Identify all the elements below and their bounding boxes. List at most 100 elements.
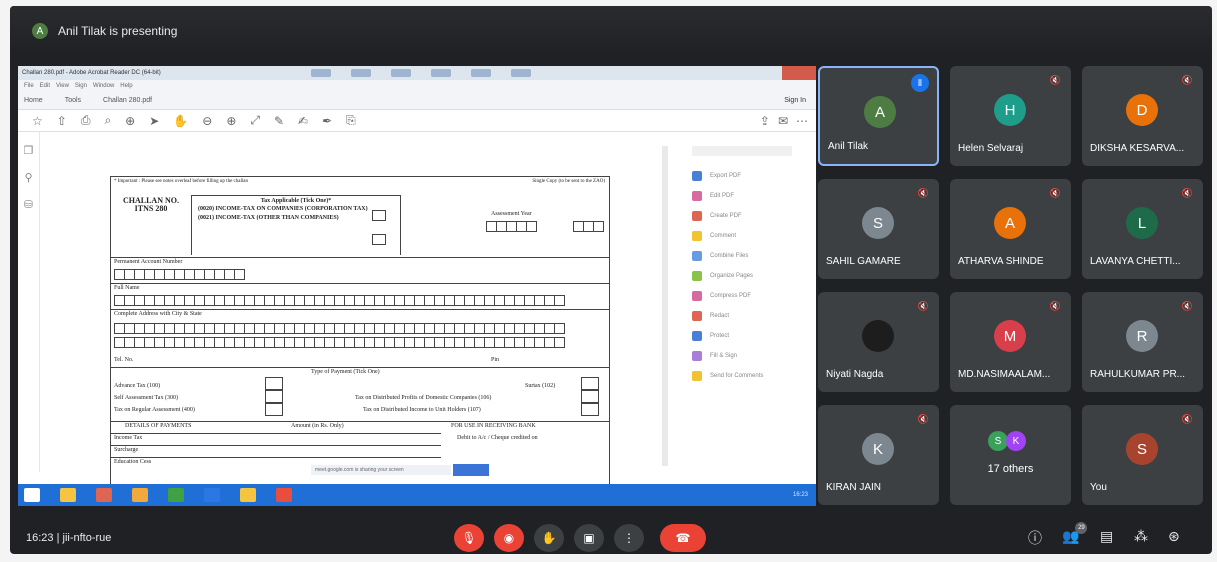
tool-combine-files[interactable]: Combine Files [686,246,806,266]
print-icon[interactable]: ⎙ [81,113,91,128]
pages-icon[interactable]: ❐ [24,144,34,157]
muted-mic-icon: 🔇 [1049,301,1061,311]
tool-export-pdf[interactable]: Export PDF [686,166,806,186]
participant-tile[interactable]: R RAHULKUMAR PR... 🔇 [1082,292,1203,392]
tool-redact[interactable]: Redact [686,306,806,326]
tool-compress-pdf[interactable]: Compress PDF [686,286,806,306]
pan-boxes[interactable] [114,269,245,280]
stamp-icon[interactable]: ⎘ [346,113,356,128]
tools-search-input[interactable] [692,146,792,156]
tool-protect[interactable]: Protect [686,326,806,346]
tool-edit-pdf[interactable]: Edit PDF [686,186,806,206]
email-icon[interactable]: ✉ [778,114,788,128]
host-controls-button[interactable]: ⊛ [1168,528,1180,545]
raise-hand-button[interactable]: ✋ [534,524,564,552]
document-scrollbar[interactable] [662,146,668,466]
participant-tile[interactable]: A Anil Tilak ⦀ [818,66,939,166]
select-cursor-icon[interactable]: ➤ [149,114,159,128]
tab-tools[interactable]: Tools [65,97,81,104]
camera-off-button[interactable]: ◉ [494,524,524,552]
start-icon[interactable] [24,488,40,502]
participant-name: KIRAN JAIN [826,482,882,493]
hand-icon[interactable]: ✋ [173,114,188,128]
participant-avatar: K [862,433,894,465]
window-close-button[interactable] [782,66,816,80]
sign-icon[interactable]: ✒ [322,114,332,128]
menu-file[interactable]: File [24,83,34,89]
assessment-year-boxes-2[interactable] [573,221,604,232]
payment-distributed-income: Tax on Distributed Income to Unit Holder… [363,407,481,413]
tab-document[interactable]: Challan 280.pdf [103,97,152,104]
payment-checkboxes-right[interactable] [581,377,599,416]
pin-label: Pin [491,357,500,363]
chrome-icon[interactable] [240,488,256,502]
bookmark-icon[interactable]: ⚲ [24,171,32,184]
payment-checkboxes-left[interactable] [265,377,283,416]
activities-button[interactable]: ⁂ [1134,528,1148,545]
app-icon[interactable] [96,488,112,502]
tool-organize-pages[interactable]: Organize Pages [686,266,806,286]
tool-fill-sign[interactable]: Fill & Sign [686,346,806,366]
participant-tile[interactable]: M MD.NASIMAALAM... 🔇 [950,292,1071,392]
participant-tile[interactable]: D DIKSHA KESARVA... 🔇 [1082,66,1203,166]
participant-name: Niyati Nagda [826,369,884,380]
participant-tile[interactable]: S SAHIL GAMARE 🔇 [818,179,939,279]
menu-help[interactable]: Help [120,83,132,89]
tab-home[interactable]: Home [24,97,43,104]
tax-option-0020-checkbox[interactable] [372,210,386,221]
muted-mic-icon: 🔇 [1181,414,1193,424]
tool-comment[interactable]: Comment [686,226,806,246]
more-options-button[interactable]: ⋮ [614,524,644,552]
participant-tile-others[interactable]: S K 17 others [950,405,1071,505]
comment-icon[interactable]: ✎ [274,114,284,128]
acrobat-icon[interactable] [276,488,292,502]
menu-window[interactable]: Window [93,83,114,89]
participant-tile[interactable]: A ATHARVA SHINDE 🔇 [950,179,1071,279]
participant-avatar: L [1126,207,1158,239]
tax-option-0021-checkbox[interactable] [372,234,386,245]
participant-tile[interactable]: L LAVANYA CHETTI... 🔇 [1082,179,1203,279]
tool-create-pdf[interactable]: Create PDF [686,206,806,226]
mic-off-button[interactable]: 🎙 [454,524,484,552]
sign-in-link[interactable]: Sign In [784,97,806,104]
address-boxes-2[interactable] [114,337,565,348]
search-icon[interactable]: ⌕ [104,113,111,128]
muted-mic-icon: 🔇 [917,188,929,198]
word-icon[interactable] [204,488,220,502]
explorer-icon[interactable] [60,488,76,502]
important-note: * Important : Please see notes overleaf … [114,179,248,184]
chat-button[interactable]: ▤ [1100,528,1113,545]
participant-tile[interactable]: H Helen Selvaraj 🔇 [950,66,1071,166]
info-button[interactable]: ⓘ [1028,528,1042,548]
menu-sign[interactable]: Sign [75,83,87,89]
stop-sharing-button[interactable] [453,464,489,476]
excel-icon[interactable] [168,488,184,502]
participant-tile[interactable]: K KIRAN JAIN 🔇 [818,405,939,505]
create-pdf-icon [692,211,702,221]
star-icon[interactable]: ☆ [32,114,43,128]
address-boxes-1[interactable] [114,323,565,334]
highlight-icon[interactable]: ✍ [298,114,308,128]
assessment-year-boxes[interactable] [486,221,537,232]
menu-view[interactable]: View [56,83,69,89]
attachments-icon[interactable]: ⛁ [24,198,33,211]
participant-avatar: S [1126,433,1158,465]
page-up-icon[interactable]: ⊕ [125,114,135,128]
leave-call-button[interactable]: ☎ [660,524,706,552]
upload-icon[interactable]: ⇧ [57,114,67,128]
participant-tile[interactable]: Niyati Nagda 🔇 [818,292,939,392]
participant-tile[interactable]: S You 🔇 [1082,405,1203,505]
participants-button[interactable]: 👥 29 [1062,522,1088,545]
app-icon[interactable] [132,488,148,502]
present-button[interactable]: ▣ [574,524,604,552]
zoom-in-icon[interactable]: ⊕ [226,114,236,128]
menu-edit[interactable]: Edit [40,83,50,89]
send-comments-icon [692,371,702,381]
share-icon[interactable]: ⇪ [760,114,770,128]
more-icon[interactable]: ⋯ [796,114,808,128]
fit-page-icon[interactable]: ⤢ [250,113,260,128]
full-name-boxes[interactable] [114,295,565,306]
zoom-out-icon[interactable]: ⊖ [202,114,212,128]
detail-income-tax: Income Tax [114,435,143,441]
tool-send-comments[interactable]: Send for Comments [686,366,806,386]
